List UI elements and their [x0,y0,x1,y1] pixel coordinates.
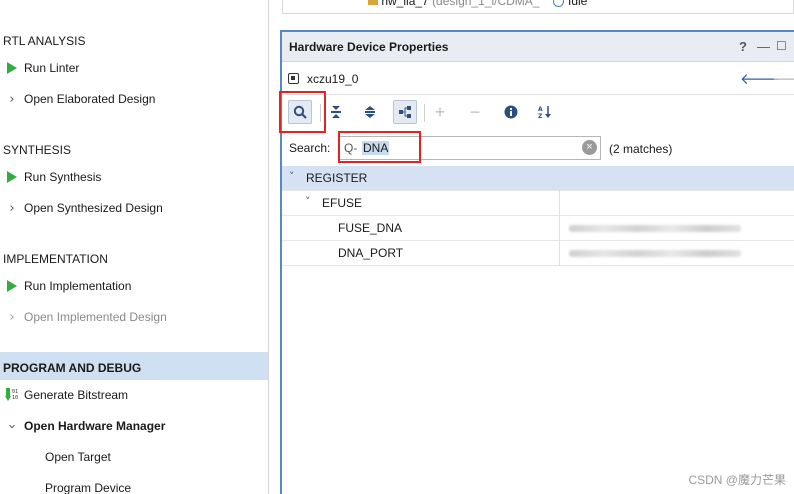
tree-label: REGISTER [306,171,368,185]
chevron-down-icon[interactable]: ˅ [305,195,311,208]
section-title-program-and-debug: PROGRAM AND DEBUG [3,361,142,375]
chevron-right-icon: › [9,200,15,216]
panel-title: Hardware Device Properties [289,40,449,54]
redacted-value [569,225,741,232]
nav-label: Open Synthesized Design [24,201,163,215]
device-chip-icon [288,73,299,84]
probe-detail: (design_1_i/CDMA_ [432,0,540,8]
chevron-down-icon[interactable]: ˅ [289,170,295,183]
bitstream-icon: 01 10 [5,387,19,403]
nav-label: Open Hardware Manager [24,419,166,433]
column-divider [559,216,560,241]
tree-label: EFUSE [322,196,363,210]
maximize-icon[interactable]: ☐ [776,39,787,53]
section-title-rtl-analysis: RTL ANALYSIS [3,34,86,48]
section-title-synthesis: SYNTHESIS [3,143,72,157]
forward-arrow-icon[interactable]: 🡒 [772,69,794,88]
tree-row-dna-port[interactable]: DNA_PORT [282,241,794,266]
nav-open-hardware-manager[interactable]: › Open Hardware Manager [0,415,268,437]
svg-text:10: 10 [12,395,18,401]
sort-button[interactable]: AZ [533,100,557,124]
annotation-box-search-button [279,91,326,133]
group-by-category-button[interactable] [393,100,417,124]
collapse-all-icon [331,106,341,118]
nav-open-implemented-design[interactable]: › Open Implemented Design [0,306,268,328]
nav-open-elaborated-design[interactable]: › Open Elaborated Design [0,88,268,110]
status-text: Idle [568,0,588,8]
probe-status: Idle [553,0,587,8]
section-title-implementation: IMPLEMENTATION [3,252,108,266]
status-circle-icon [553,0,564,7]
sort-az-icon: AZ [538,106,551,119]
chevron-down-icon: › [4,423,20,429]
nav-program-device[interactable]: Program Device [0,477,268,494]
toolbar-separator [424,104,425,122]
expand-all-button[interactable] [358,100,382,124]
svg-text:A: A [538,106,543,113]
tree-row-efuse[interactable]: ˅ EFUSE [282,191,794,216]
run-triangle-icon [5,60,19,76]
annotation-box-search-input [338,131,421,163]
search-label: Search: [289,141,331,155]
probe-row[interactable]: hw_ila_7 (design_1_i/CDMA_ [368,0,539,8]
minimize-icon[interactable]: — [757,39,770,54]
run-triangle-icon [5,169,19,185]
chevron-right-icon: › [9,91,15,107]
watermark: CSDN @魔力芒果 [688,473,786,487]
ila-core-icon [368,0,378,5]
tree-label: FUSE_DNA [338,221,403,235]
hierarchy-icon [399,106,411,118]
nav-label: Open Elaborated Design [24,92,156,106]
nav-run-synthesis[interactable]: Run Synthesis [0,166,268,188]
flow-navigator: RTL ANALYSIS Run Linter › Open Elaborate… [0,0,269,494]
hardware-device-properties-panel: Hardware Device Properties ? — ☐ xczu19_… [280,30,794,494]
column-divider [559,241,560,266]
chevron-right-icon: › [9,309,15,325]
nav-label: Open Target [45,450,111,464]
nav-open-target[interactable]: Open Target [0,446,268,468]
add-button[interactable]: + [428,100,452,124]
nav-label: Open Implemented Design [24,310,167,324]
column-divider [559,191,560,216]
nav-label: Generate Bitstream [24,388,129,402]
nav-run-implementation[interactable]: Run Implementation [0,275,268,297]
clear-search-icon[interactable]: × [582,140,597,155]
collapse-all-button[interactable] [324,100,348,124]
info-icon [504,105,518,119]
svg-text:Z: Z [538,113,543,119]
nav-label: Run Implementation [24,279,132,293]
panel-header: Hardware Device Properties ? — ☐ [282,32,794,62]
probe-name: hw_ila_7 [381,0,429,8]
nav-label: Program Device [45,481,132,494]
probes-list-partial: hw_ila_7 (design_1_i/CDMA_ Idle [270,0,794,18]
device-name: xczu19_0 [307,72,359,86]
remove-button[interactable]: − [463,100,487,124]
match-count: (2 matches) [609,142,673,156]
redacted-value [569,250,741,257]
info-button[interactable] [499,100,523,124]
tree-row-fuse-dna[interactable]: FUSE_DNA [282,216,794,241]
help-button[interactable]: ? [739,39,747,54]
tree-label: DNA_PORT [338,246,404,260]
tree-row-register[interactable]: ˅ REGISTER [282,166,794,191]
nav-generate-bitstream[interactable]: 01 10 Generate Bitstream [0,384,268,406]
nav-label: Run Synthesis [24,170,102,184]
nav-open-synthesized-design[interactable]: › Open Synthesized Design [0,197,268,219]
nav-run-linter[interactable]: Run Linter [0,57,268,79]
probes-list-frame: hw_ila_7 (design_1_i/CDMA_ Idle [282,0,794,14]
expand-all-icon [365,106,375,118]
nav-label: Run Linter [24,61,80,75]
run-triangle-icon [5,278,19,294]
object-row: xczu19_0 🡐 🡒 [282,64,794,92]
properties-tree: ˅ REGISTER ˅ EFUSE FUSE_DNA DNA_PORT [282,166,794,266]
column-divider [559,166,560,191]
properties-toolbar: + − AZ [282,94,794,130]
